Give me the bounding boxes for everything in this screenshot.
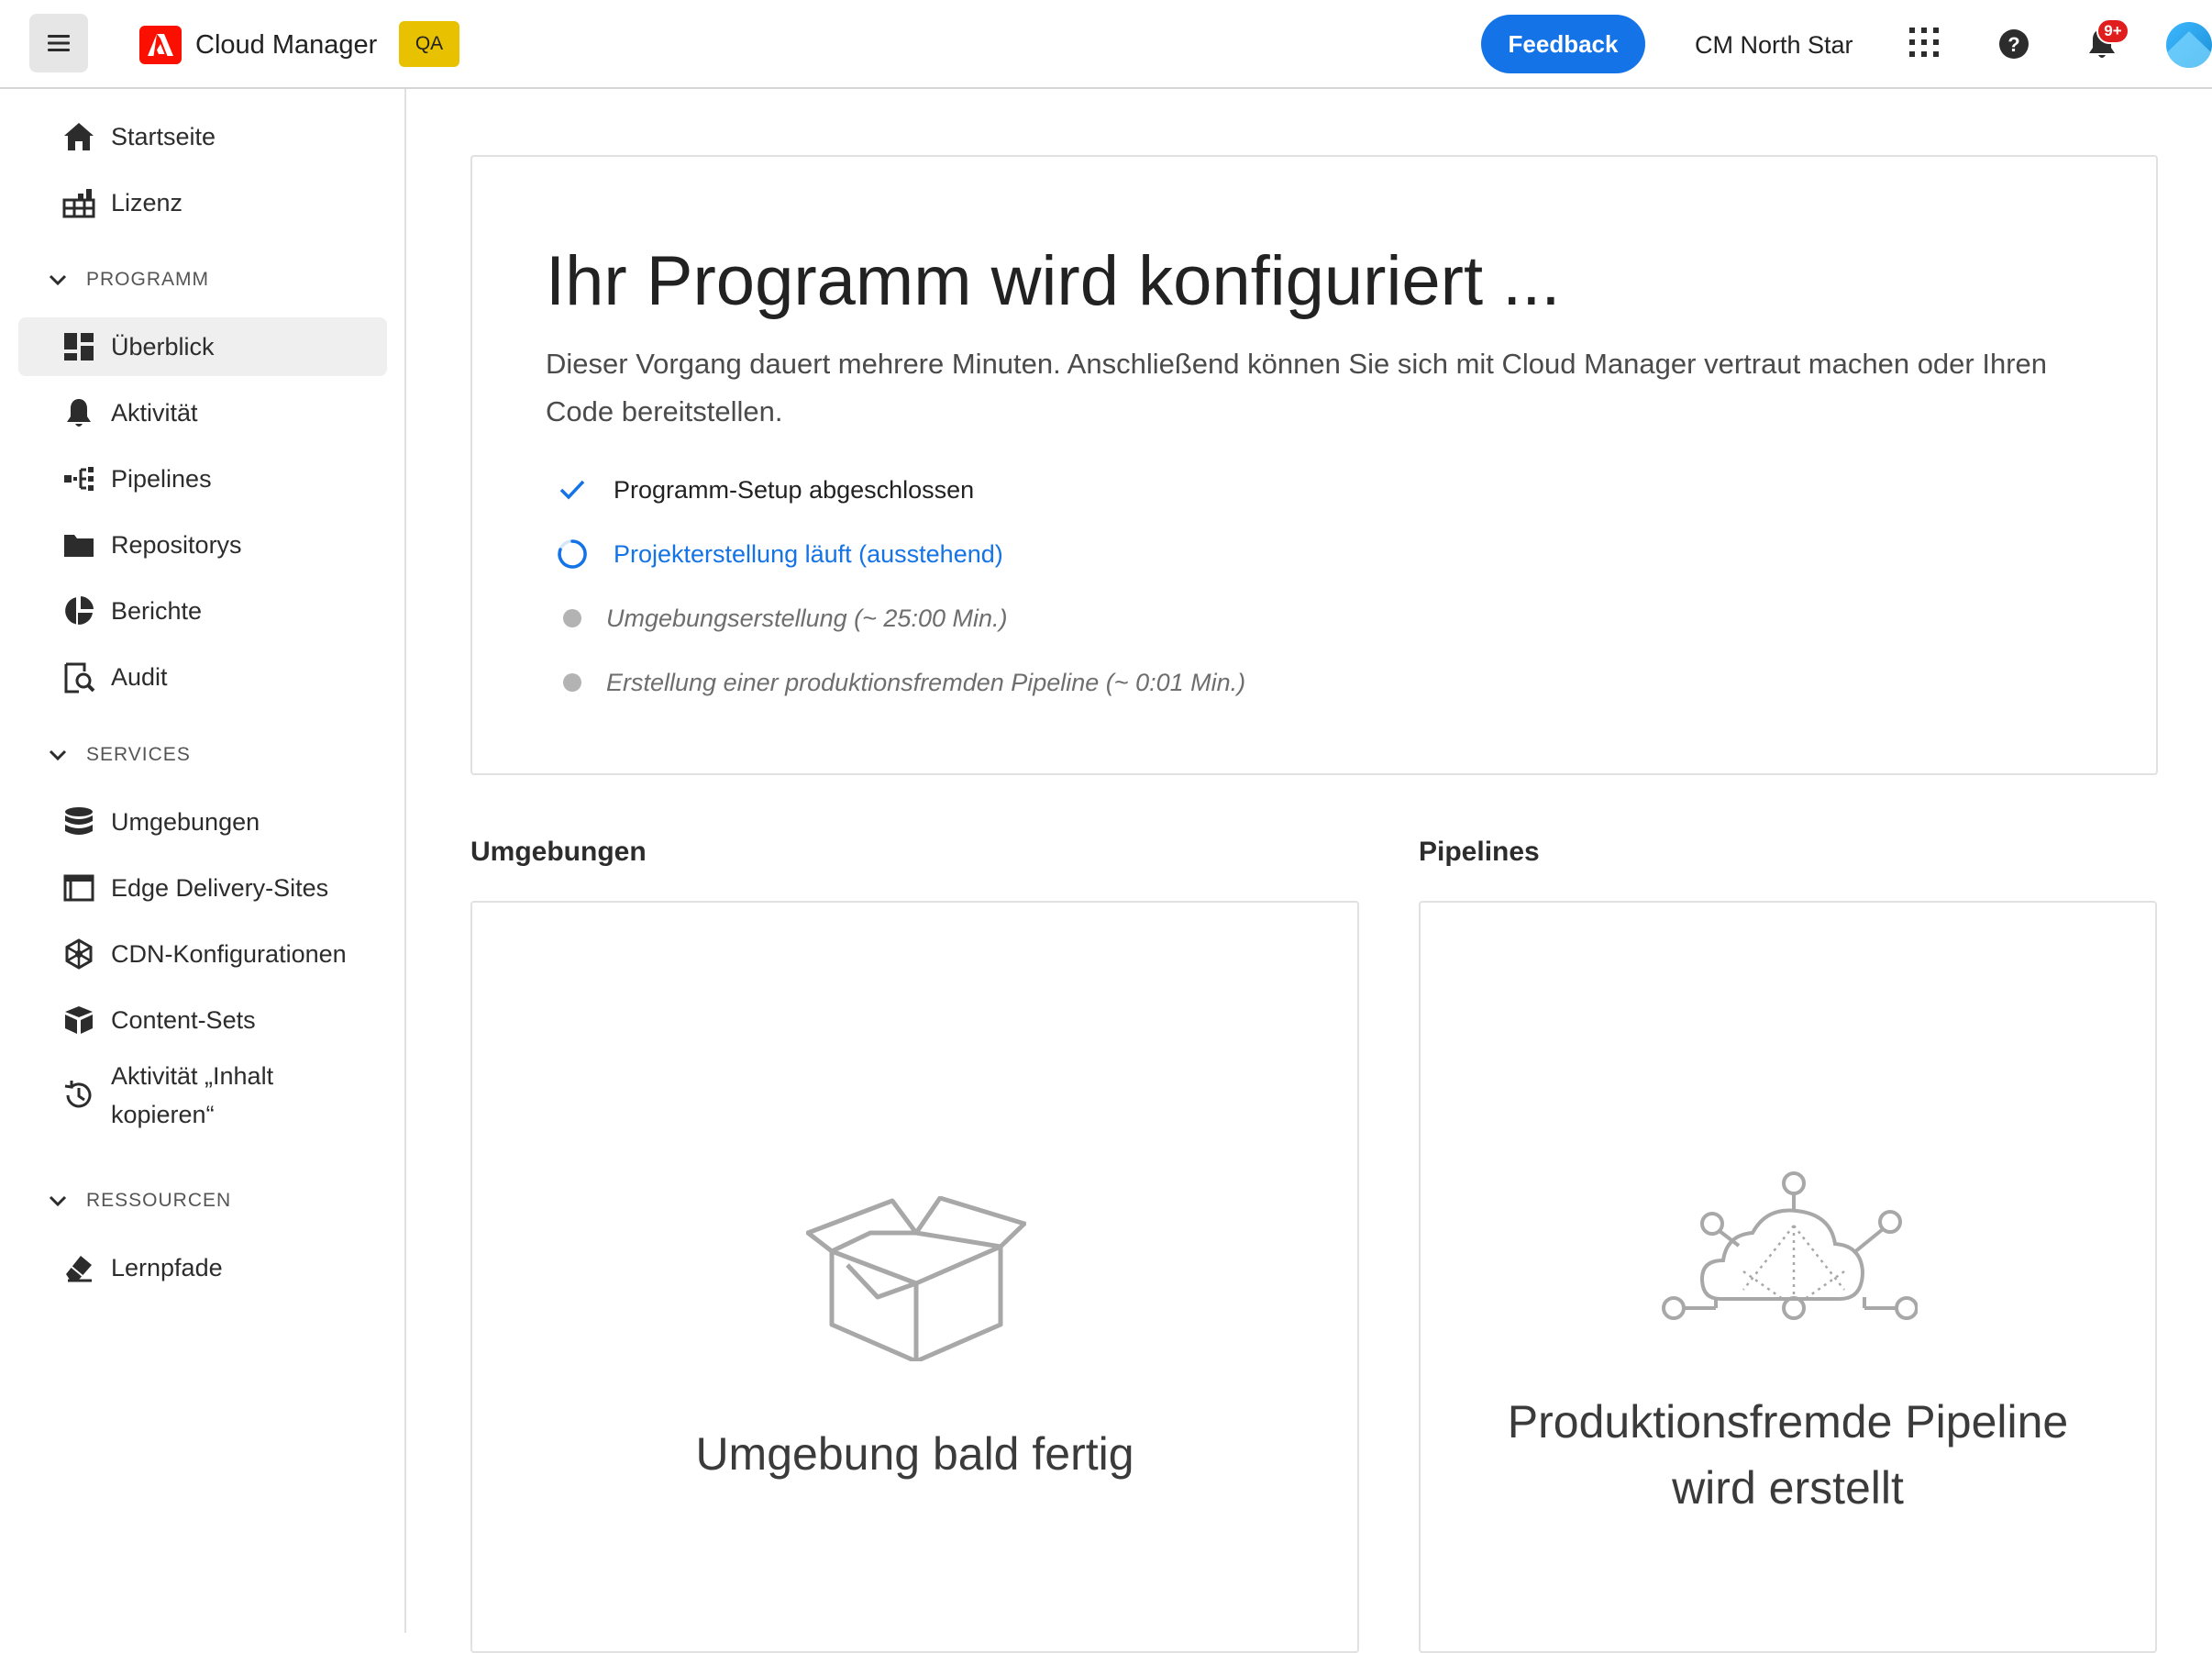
step-label: Umgebungserstellung (~ 25:00 Min.) bbox=[606, 604, 1008, 632]
setup-step-pipeline: Erstellung einer produktionsfremden Pipe… bbox=[549, 660, 1245, 705]
sidebar-item-lizenz[interactable]: Lizenz bbox=[18, 173, 387, 232]
pipeline-status-line1: Produktionsfremde Pipeline bbox=[1507, 1396, 2069, 1448]
eraser-icon bbox=[61, 1249, 97, 1286]
sidebar-item-umgebungen[interactable]: Umgebungen bbox=[18, 793, 387, 851]
sidebar-item-audit[interactable]: Audit bbox=[18, 648, 387, 706]
database-icon bbox=[61, 804, 97, 840]
boxes-icon bbox=[61, 1002, 97, 1038]
pending-dot-icon bbox=[549, 660, 595, 705]
pie-chart-icon bbox=[61, 593, 97, 629]
pipeline-status-message: Produktionsfremde Pipeline wird erstellt bbox=[1421, 1389, 2155, 1521]
license-icon bbox=[61, 184, 97, 221]
top-bar: Cloud Manager QA Feedback CM North Star … bbox=[0, 0, 2212, 89]
sidebar-item-edge-delivery-sites[interactable]: Edge Delivery-Sites bbox=[18, 859, 387, 917]
audit-icon bbox=[61, 659, 97, 695]
sidebar-item-label: Lizenz bbox=[111, 189, 183, 216]
sidebar-item-label: Repositorys bbox=[111, 531, 242, 559]
pipeline-icon bbox=[61, 460, 97, 497]
section-header-services[interactable]: SERVICES bbox=[46, 737, 191, 773]
checkmark-icon bbox=[549, 467, 595, 513]
setup-step-program: Programm-Setup abgeschlossen bbox=[549, 467, 974, 513]
cdn-icon bbox=[61, 936, 97, 972]
pipelines-panel: Produktionsfremde Pipeline wird erstellt bbox=[1419, 901, 2157, 1653]
program-setup-card: Ihr Programm wird konfiguriert ... Diese… bbox=[470, 155, 2158, 775]
open-box-icon bbox=[806, 1196, 1026, 1361]
page-title: Ihr Programm wird konfiguriert ... bbox=[546, 242, 1561, 320]
sidebar-item-label: Audit bbox=[111, 663, 168, 691]
org-switcher[interactable]: CM North Star bbox=[1695, 26, 1853, 64]
app-title[interactable]: Cloud Manager bbox=[195, 26, 377, 64]
step-label: Erstellung einer produktionsfremden Pipe… bbox=[606, 668, 1246, 696]
avatar[interactable] bbox=[2166, 22, 2212, 68]
sidebar-item-label: Content-Sets bbox=[111, 1006, 256, 1034]
notification-count-badge: 9+ bbox=[2096, 18, 2129, 44]
home-icon bbox=[61, 118, 97, 155]
chevron-down-icon bbox=[49, 1195, 67, 1207]
sidebar-item-label: Pipelines bbox=[111, 465, 212, 493]
section-header-ressourcen[interactable]: RESSOURCEN bbox=[46, 1182, 231, 1219]
sidebar-item-label: Aktivität bbox=[111, 399, 198, 427]
sidebar-item-label: Lernpfade bbox=[111, 1254, 223, 1281]
browser-window-icon bbox=[61, 870, 97, 906]
app-switcher-icon[interactable] bbox=[1908, 26, 1941, 59]
sidebar-item-label: CDN-Konfigurationen bbox=[111, 940, 347, 968]
sidebar-item-label-line1: Aktivität „Inhalt bbox=[111, 1062, 274, 1090]
pending-dot-icon bbox=[549, 595, 595, 641]
sidebar-item-cdn-konfigurationen[interactable]: CDN-Konfigurationen bbox=[18, 925, 387, 983]
environments-heading: Umgebungen bbox=[470, 837, 647, 867]
spinner-icon bbox=[549, 531, 595, 577]
step-label: Projekterstellung läuft (ausstehend) bbox=[614, 539, 1003, 568]
sidebar-item-pipelines[interactable]: Pipelines bbox=[18, 449, 387, 508]
bell-icon bbox=[61, 394, 97, 431]
section-header-programm[interactable]: PROGRAMM bbox=[46, 261, 209, 298]
sidebar-item-aktivitaet[interactable]: Aktivität bbox=[18, 383, 387, 442]
sidebar-item-label: Startseite bbox=[111, 123, 216, 150]
dashboard-icon bbox=[61, 328, 97, 365]
hamburger-icon bbox=[48, 35, 70, 51]
feedback-button[interactable]: Feedback bbox=[1481, 15, 1645, 73]
environments-panel: Umgebung bald fertig bbox=[470, 901, 1359, 1653]
sidebar-item-label: Edge Delivery-Sites bbox=[111, 874, 329, 902]
sidebar-item-repositorys[interactable]: Repositorys bbox=[18, 516, 387, 574]
sidebar-item-berichte[interactable]: Berichte bbox=[18, 582, 387, 640]
help-icon[interactable]: ? bbox=[1997, 28, 2030, 61]
sidebar-item-lernpfade[interactable]: Lernpfade bbox=[18, 1238, 387, 1297]
sidebar-item-label: Umgebungen bbox=[111, 808, 260, 836]
pipeline-status-line2: wird erstellt bbox=[1672, 1462, 1904, 1514]
step-label: Programm-Setup abgeschlossen bbox=[614, 475, 975, 504]
hamburger-menu-button[interactable] bbox=[29, 14, 88, 72]
cloud-network-icon bbox=[1662, 1171, 1918, 1320]
history-icon bbox=[61, 1077, 97, 1114]
sidebar-item-label: Aktivität „Inhalt kopieren“ bbox=[111, 1057, 273, 1134]
chevron-down-icon bbox=[49, 749, 67, 761]
setup-step-environment: Umgebungserstellung (~ 25:00 Min.) bbox=[549, 595, 1007, 641]
section-title: SERVICES bbox=[86, 744, 191, 765]
pipelines-heading: Pipelines bbox=[1419, 837, 1540, 867]
setup-step-project: Projekterstellung läuft (ausstehend) bbox=[549, 531, 1003, 577]
environment-status-message: Umgebung bald fertig bbox=[695, 1428, 1134, 1480]
sidebar-item-aktivitaet-inhalt-kopieren[interactable]: Aktivität „Inhalt kopieren“ bbox=[18, 1055, 387, 1136]
sidebar-item-label: Berichte bbox=[111, 597, 203, 625]
section-title: RESSOURCEN bbox=[86, 1190, 232, 1211]
adobe-logo-icon[interactable] bbox=[139, 26, 182, 64]
sidebar-item-startseite[interactable]: Startseite bbox=[18, 107, 387, 166]
sidebar-item-content-sets[interactable]: Content-Sets bbox=[18, 991, 387, 1049]
setup-description: Dieser Vorgang dauert mehrere Minuten. A… bbox=[546, 348, 2048, 427]
section-title: PROGRAMM bbox=[86, 269, 209, 290]
sidebar: Startseite Lizenz PROGRAMM Überblick Akt… bbox=[0, 89, 406, 1633]
svg-text:?: ? bbox=[2007, 33, 2019, 56]
chevron-down-icon bbox=[49, 274, 67, 286]
sidebar-item-label-line2: kopieren“ bbox=[111, 1101, 215, 1128]
sidebar-item-ueberblick[interactable]: Überblick bbox=[18, 317, 387, 376]
environment-badge: QA bbox=[399, 21, 459, 67]
sidebar-item-label: Überblick bbox=[111, 333, 215, 361]
folder-icon bbox=[61, 527, 97, 563]
